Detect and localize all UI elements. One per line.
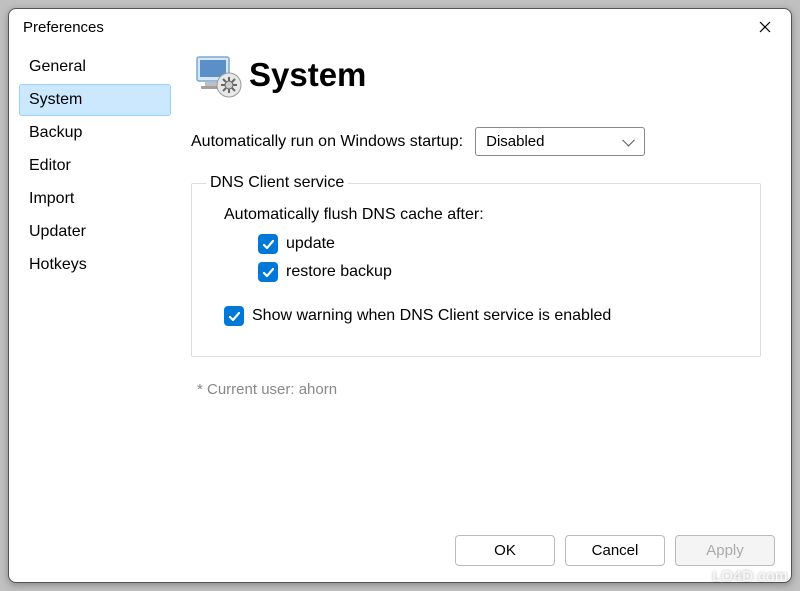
- checkbox-show-warning[interactable]: [224, 306, 244, 326]
- startup-label: Automatically run on Windows startup:: [191, 133, 463, 151]
- close-button[interactable]: [743, 11, 787, 43]
- flush-label: Automatically flush DNS cache after:: [224, 206, 742, 224]
- watermark: LO4D.com: [712, 568, 788, 585]
- startup-row: Automatically run on Windows startup: Di…: [191, 127, 761, 156]
- check-icon: [262, 238, 275, 251]
- page-title: System: [249, 56, 366, 94]
- dialog-button-row: OK Cancel Apply: [9, 523, 791, 582]
- startup-select-wrap: Disabled: [475, 127, 645, 156]
- sidebar-item-system[interactable]: System: [19, 84, 171, 116]
- close-icon: [759, 21, 771, 33]
- content-pane: System Automatically run on Windows star…: [177, 45, 791, 523]
- sidebar-item-import[interactable]: Import: [19, 183, 171, 215]
- note-prefix: * Current user:: [197, 381, 299, 398]
- system-icon: [191, 49, 243, 101]
- cancel-button[interactable]: Cancel: [565, 535, 665, 566]
- window-title: Preferences: [23, 19, 743, 36]
- preferences-window: Preferences General System Backup Editor…: [8, 8, 792, 583]
- sidebar-item-hotkeys[interactable]: Hotkeys: [19, 249, 171, 281]
- checkbox-restore-backup[interactable]: [258, 262, 278, 282]
- ok-button[interactable]: OK: [455, 535, 555, 566]
- checkbox-row-show-warning: Show warning when DNS Client service is …: [224, 306, 742, 326]
- current-user: ahorn: [299, 381, 337, 398]
- apply-button[interactable]: Apply: [675, 535, 775, 566]
- checkbox-row-update: update: [258, 234, 742, 254]
- checkbox-update-label: update: [286, 235, 335, 253]
- checkbox-restore-backup-label: restore backup: [286, 263, 392, 281]
- check-icon: [228, 310, 241, 323]
- sidebar-item-updater[interactable]: Updater: [19, 216, 171, 248]
- sidebar-item-editor[interactable]: Editor: [19, 150, 171, 182]
- current-user-note: * Current user: ahorn: [197, 381, 761, 398]
- dns-group-legend: DNS Client service: [206, 174, 348, 192]
- window-body: General System Backup Editor Import Upda…: [9, 45, 791, 523]
- startup-select[interactable]: Disabled: [475, 127, 645, 156]
- sidebar: General System Backup Editor Import Upda…: [9, 45, 177, 523]
- sidebar-item-backup[interactable]: Backup: [19, 117, 171, 149]
- checkbox-show-warning-label: Show warning when DNS Client service is …: [252, 307, 611, 325]
- titlebar: Preferences: [9, 9, 791, 45]
- checkbox-row-restore-backup: restore backup: [258, 262, 742, 282]
- page-heading: System: [191, 49, 761, 101]
- check-icon: [262, 266, 275, 279]
- sidebar-item-general[interactable]: General: [19, 51, 171, 83]
- dns-client-group: DNS Client service Automatically flush D…: [191, 174, 761, 357]
- checkbox-update[interactable]: [258, 234, 278, 254]
